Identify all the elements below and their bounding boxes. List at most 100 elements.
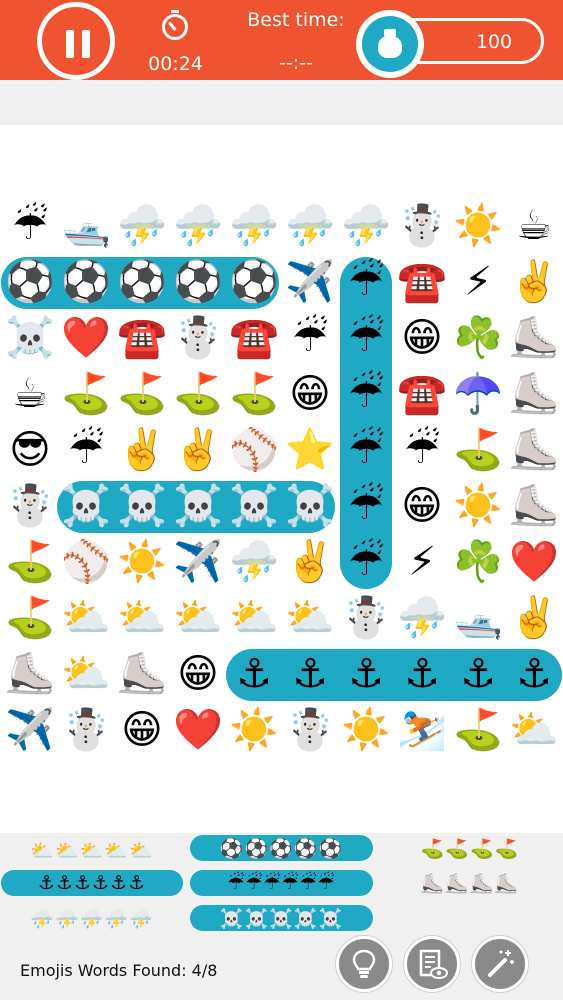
grid-cell[interactable]: ⚓ xyxy=(282,646,338,702)
grid-cell[interactable]: ☎️ xyxy=(114,310,170,366)
grid-cell[interactable]: ⚾ xyxy=(226,422,282,478)
grid-cell[interactable]: ✌️ xyxy=(170,422,226,478)
grid-cell[interactable]: ☀️ xyxy=(226,702,282,758)
grid-cell[interactable]: 😁 xyxy=(394,478,450,534)
grid-cell[interactable]: ☀️ xyxy=(114,534,170,590)
grid-cell[interactable]: ⛅ xyxy=(282,590,338,646)
grid-cell[interactable]: ☀️ xyxy=(450,198,506,254)
grid-cell[interactable]: ☔ xyxy=(338,310,394,366)
grid-cell[interactable]: ☠️ xyxy=(58,478,114,534)
grid-cell[interactable]: ⭐ xyxy=(282,422,338,478)
grid-cell[interactable]: ⛅ xyxy=(506,702,562,758)
grid-cell[interactable]: ☎️ xyxy=(394,366,450,422)
grid-cell[interactable]: ⛈️ xyxy=(114,198,170,254)
grid-cell[interactable]: ⛳ xyxy=(58,366,114,422)
grid-cell[interactable]: ☘️ xyxy=(450,310,506,366)
grid-cell[interactable]: ⛸️ xyxy=(114,646,170,702)
grid-cell[interactable]: ✌️ xyxy=(282,534,338,590)
grid-cell[interactable]: ⚽ xyxy=(2,254,58,310)
grid-cell[interactable]: ✈️ xyxy=(170,534,226,590)
grid-cell[interactable]: ☃️ xyxy=(338,590,394,646)
grid-cell[interactable]: ⚽ xyxy=(58,254,114,310)
emoji-grid[interactable]: ☔ 🛥️ ⛈️ ⛈️ ⛈️ ⛈️ ⛈️ ☃️ ☀️ ☕ ⚽ ⚽ ⚽ ⚽ ⚽ ✈️ ☔ ☎️ ⚡ ✌️ ☠️ ❤️ ☎️ ☃️ ☎… xyxy=(0,198,563,758)
grid-cell[interactable]: ☕ xyxy=(2,366,58,422)
grid-cell[interactable]: ⛈️ xyxy=(338,198,394,254)
grid-cell[interactable]: ☠️ xyxy=(114,478,170,534)
grid-cell[interactable]: ⚾ xyxy=(58,534,114,590)
grid-cell[interactable]: 🛥️ xyxy=(450,590,506,646)
grid-cell[interactable]: ☎️ xyxy=(394,254,450,310)
grid-cell[interactable]: ☀️ xyxy=(450,478,506,534)
grid-cell[interactable]: ☔ xyxy=(2,198,58,254)
grid-cell[interactable]: ⛸️ xyxy=(506,422,562,478)
grid-cell[interactable]: ☘️ xyxy=(450,534,506,590)
grid-cell[interactable]: ⛳ xyxy=(450,422,506,478)
grid-cell[interactable]: 😁 xyxy=(282,366,338,422)
grid-cell[interactable]: ✈️ xyxy=(2,702,58,758)
grid-cell[interactable]: ⚓ xyxy=(450,646,506,702)
grid-cell[interactable]: 😁 xyxy=(114,702,170,758)
grid-cell[interactable]: ⛸️ xyxy=(506,366,562,422)
grid-cell[interactable]: ⛅ xyxy=(58,646,114,702)
grid-cell[interactable]: ⚓ xyxy=(338,646,394,702)
grid-cell[interactable]: ☠️ xyxy=(2,310,58,366)
grid-cell[interactable]: ✈️ xyxy=(282,254,338,310)
grid-cell[interactable]: ☃️ xyxy=(394,198,450,254)
grid-cell[interactable]: ⛸️ xyxy=(506,310,562,366)
grid-cell[interactable]: ☔ xyxy=(394,422,450,478)
grid-cell[interactable]: ⛳ xyxy=(2,590,58,646)
grid-cell[interactable]: ☔ xyxy=(338,366,394,422)
grid-cell[interactable]: 😎 xyxy=(2,422,58,478)
grid-cell[interactable]: ⚽ xyxy=(170,254,226,310)
grid-cell[interactable]: ☔ xyxy=(338,254,394,310)
grid-cell[interactable]: ⛈️ xyxy=(226,198,282,254)
grid-cell[interactable]: ❤️ xyxy=(170,702,226,758)
grid-cell[interactable]: ⛸️ xyxy=(506,478,562,534)
grid-cell[interactable]: ⚡ xyxy=(450,254,506,310)
grid-cell[interactable]: ⛳ xyxy=(2,534,58,590)
grid-cell[interactable]: 🛥️ xyxy=(58,198,114,254)
grid-cell[interactable]: ❤️ xyxy=(58,310,114,366)
grid-cell[interactable]: ☎️ xyxy=(226,310,282,366)
grid-cell[interactable]: ✌️ xyxy=(114,422,170,478)
grid-cell[interactable]: ☔ xyxy=(282,310,338,366)
grid-cell[interactable]: ⛈️ xyxy=(170,198,226,254)
grid-cell[interactable]: ⛳ xyxy=(114,366,170,422)
grid-cell[interactable]: ❤️ xyxy=(506,534,562,590)
grid-cell[interactable]: ⚡ xyxy=(394,534,450,590)
grid-cell[interactable]: ☕ xyxy=(506,198,562,254)
grid-cell[interactable]: ☠️ xyxy=(226,478,282,534)
grid-cell[interactable]: ✌️ xyxy=(506,254,562,310)
grid-cell[interactable]: 😁 xyxy=(170,646,226,702)
grid-cell[interactable]: ⚽ xyxy=(226,254,282,310)
grid-cell[interactable]: ⚓ xyxy=(226,646,282,702)
grid-cell[interactable]: ⛅ xyxy=(114,590,170,646)
grid-cell[interactable]: ⛸️ xyxy=(2,646,58,702)
grid-cell[interactable]: ⚓ xyxy=(506,646,562,702)
grid-cell[interactable]: ⛅ xyxy=(58,590,114,646)
grid-cell[interactable]: ⛳ xyxy=(226,366,282,422)
grid-cell[interactable]: ☀️ xyxy=(338,702,394,758)
grid-cell[interactable]: ⛈️ xyxy=(282,198,338,254)
grid-cell[interactable]: ⛈️ xyxy=(226,534,282,590)
grid-cell[interactable]: ✌️ xyxy=(506,590,562,646)
review-words-button[interactable] xyxy=(404,936,460,992)
grid-cell[interactable]: ☔ xyxy=(338,422,394,478)
grid-cell[interactable]: ⛷️ xyxy=(394,702,450,758)
grid-cell[interactable]: ☔ xyxy=(338,534,394,590)
grid-cell[interactable]: ⛳ xyxy=(450,702,506,758)
grid-cell[interactable]: ⚽ xyxy=(114,254,170,310)
pause-button[interactable] xyxy=(37,2,115,80)
grid-cell[interactable]: ☃️ xyxy=(58,702,114,758)
grid-cell[interactable]: ⛅ xyxy=(170,590,226,646)
grid-cell[interactable]: ☔ xyxy=(338,478,394,534)
grid-cell[interactable]: ☃️ xyxy=(282,702,338,758)
grid-cell[interactable]: ⚓ xyxy=(394,646,450,702)
grid-cell[interactable]: ☃️ xyxy=(170,310,226,366)
grid-cell[interactable]: ⛈️ xyxy=(394,590,450,646)
grid-cell[interactable]: ☃️ xyxy=(2,478,58,534)
grid-cell[interactable]: ☔ xyxy=(58,422,114,478)
grid-cell[interactable]: ☂️ xyxy=(450,366,506,422)
hint-button[interactable] xyxy=(336,936,392,992)
magic-wand-button[interactable] xyxy=(472,936,528,992)
